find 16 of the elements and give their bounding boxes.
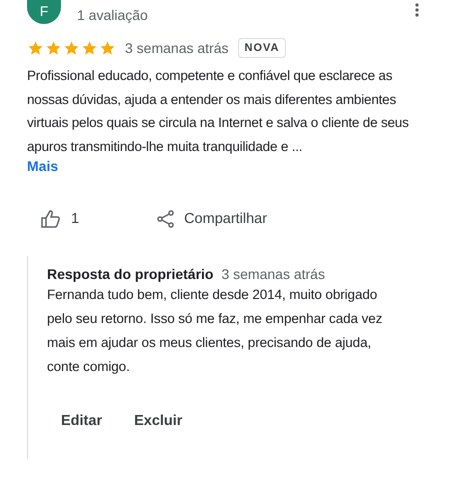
review-text: Profissional educado, competente e confiável que esclarece as nossas dúvidas, ajuda a entender os mais diferentes ambientes virtuais pelos quais se circula na Internet e salva o cliente de seus apuros transmitindo-lhe muita tranquilidade e ... <box>27 67 410 156</box>
review-time: 3 semanas atrás <box>125 40 228 56</box>
more-link[interactable]: Mais <box>27 158 58 174</box>
avatar: F <box>27 0 61 24</box>
share-button[interactable]: Compartilhar <box>157 206 268 232</box>
share-icon <box>157 210 176 228</box>
reply-time: 3 semanas atrás <box>221 266 325 282</box>
delete-button[interactable]: Excluir <box>134 409 182 433</box>
reply-text: Fernanda tudo bem, cliente desde 2014, muito obrigado pelo seu retorno. Isso só me faz, me empenhar cada vez mais em ajudar os meus clientes, precisando de ajuda, conte comigo. <box>47 286 384 376</box>
more-options-icon[interactable] <box>415 3 419 17</box>
reply-title: Resposta do proprietário <box>47 266 214 282</box>
edit-button[interactable]: Editar <box>61 409 102 433</box>
review-count: 1 avaliação <box>77 7 148 23</box>
new-badge: NOVA <box>238 38 286 58</box>
like-button[interactable]: 1 <box>41 206 80 232</box>
thumbs-up-icon <box>41 210 61 228</box>
